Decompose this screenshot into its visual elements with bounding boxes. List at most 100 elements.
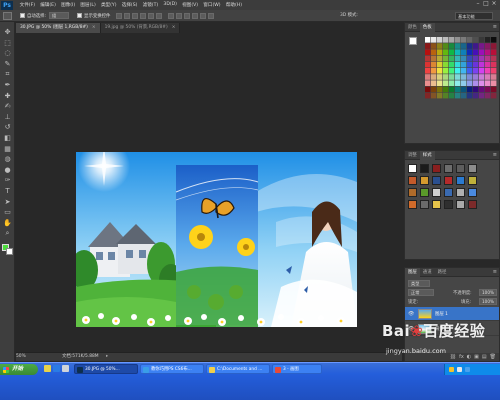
color-swatch[interactable]	[467, 49, 473, 55]
color-swatch[interactable]	[473, 86, 479, 93]
color-swatch[interactable]	[485, 86, 491, 93]
tray-volume-icon[interactable]	[457, 367, 462, 372]
minimize-icon[interactable]: –	[475, 1, 481, 7]
style-preset[interactable]	[444, 188, 453, 197]
color-swatch[interactable]	[455, 86, 461, 93]
color-swatch[interactable]	[437, 37, 443, 43]
color-swatch[interactable]	[443, 86, 449, 93]
color-swatch[interactable]	[473, 55, 479, 62]
menu-window[interactable]: 窗口(W)	[201, 2, 224, 8]
crop-icon[interactable]: ⌗	[3, 70, 12, 79]
color-swatch[interactable]	[485, 55, 491, 62]
color-swatch[interactable]	[479, 68, 485, 74]
menu-type[interactable]: 类型(Y)	[98, 2, 119, 8]
color-swatch[interactable]	[431, 61, 437, 68]
color-swatch[interactable]	[473, 74, 479, 80]
color-swatch[interactable]	[461, 61, 467, 68]
color-swatch[interactable]	[467, 68, 473, 74]
color-swatch[interactable]	[479, 43, 485, 49]
color-swatch[interactable]	[425, 37, 431, 43]
auto-select-checkbox[interactable]	[20, 13, 25, 18]
type-icon[interactable]: T	[3, 187, 12, 196]
tab-channels[interactable]: 通道	[420, 268, 435, 277]
style-preset[interactable]	[420, 188, 429, 197]
color-swatch[interactable]	[431, 37, 437, 43]
style-preset[interactable]	[432, 200, 441, 209]
color-swatch[interactable]	[449, 61, 455, 68]
color-swatch[interactable]	[485, 61, 491, 68]
align-left-icon[interactable]	[140, 12, 147, 19]
color-swatch[interactable]	[491, 43, 497, 49]
taskbar-button-explorer[interactable]: C:\Documents and ...	[206, 364, 270, 374]
color-swatch[interactable]	[473, 92, 479, 99]
pen-icon[interactable]: ✑	[3, 176, 12, 185]
style-preset[interactable]	[468, 176, 477, 185]
align-right-icon[interactable]	[156, 12, 163, 19]
color-swatch[interactable]	[449, 80, 455, 86]
color-swatch[interactable]	[473, 61, 479, 68]
menu-file[interactable]: 文件(F)	[17, 2, 38, 8]
color-swatch[interactable]	[455, 80, 461, 86]
color-swatch[interactable]	[485, 80, 491, 86]
color-swatch[interactable]	[473, 43, 479, 49]
menu-edit[interactable]: 编辑(E)	[38, 2, 59, 8]
color-swatch[interactable]	[455, 37, 461, 43]
style-preset[interactable]	[444, 176, 453, 185]
color-swatch[interactable]	[449, 92, 455, 99]
color-swatch[interactable]	[437, 49, 443, 55]
distribute-hcenter-icon[interactable]	[200, 12, 207, 19]
tray-network-icon[interactable]	[465, 367, 470, 372]
style-preset[interactable]	[420, 164, 429, 173]
align-top-icon[interactable]	[116, 12, 123, 19]
distribute-bottom-icon[interactable]	[184, 12, 191, 19]
style-preset[interactable]	[432, 188, 441, 197]
color-swatch[interactable]	[431, 92, 437, 99]
canvas-area[interactable]	[16, 33, 402, 352]
color-swatch[interactable]	[461, 49, 467, 55]
style-preset[interactable]	[456, 176, 465, 185]
start-button[interactable]: 开始	[0, 364, 38, 375]
move-tool-preset-icon[interactable]	[3, 11, 12, 20]
quick-launch-desktop-icon[interactable]	[62, 365, 69, 372]
dodge-icon[interactable]: ●	[3, 166, 12, 175]
menu-select[interactable]: 选择(S)	[119, 2, 140, 8]
color-swatch[interactable]	[431, 49, 437, 55]
style-preset[interactable]	[408, 200, 417, 209]
color-swatch[interactable]	[425, 55, 431, 62]
color-swatch[interactable]	[485, 43, 491, 49]
distribute-right-icon[interactable]	[208, 12, 215, 19]
clone-stamp-icon[interactable]: ⊥	[3, 113, 12, 122]
color-swatch[interactable]	[491, 80, 497, 86]
style-preset[interactable]	[444, 200, 453, 209]
color-swatch[interactable]	[437, 43, 443, 49]
menu-help[interactable]: 帮助(H)	[223, 2, 244, 8]
color-swatch[interactable]	[443, 74, 449, 80]
close-tab-icon[interactable]: ×	[92, 25, 96, 30]
tab-layers[interactable]: 图层	[405, 267, 420, 277]
style-preset[interactable]	[408, 176, 417, 185]
menu-image[interactable]: 图像(I)	[58, 2, 77, 8]
color-swatch[interactable]	[461, 80, 467, 86]
color-swatch[interactable]	[461, 37, 467, 43]
style-preset[interactable]	[456, 200, 465, 209]
shape-icon[interactable]: ▭	[3, 208, 12, 217]
color-swatch[interactable]	[431, 80, 437, 86]
color-swatch[interactable]	[425, 43, 431, 49]
style-preset[interactable]	[408, 164, 417, 173]
color-swatch[interactable]	[461, 68, 467, 74]
color-swatch[interactable]	[485, 49, 491, 55]
color-swatch[interactable]	[431, 55, 437, 62]
color-swatch[interactable]	[479, 61, 485, 68]
color-swatch[interactable]	[467, 43, 473, 49]
tab-adjustments[interactable]: 调整	[405, 151, 420, 160]
color-swatch[interactable]	[479, 92, 485, 99]
color-swatch[interactable]	[455, 74, 461, 80]
visibility-eye-icon[interactable]: 👁	[408, 311, 414, 317]
color-swatch[interactable]	[461, 86, 467, 93]
status-menu-icon[interactable]: ▸	[106, 353, 108, 361]
color-swatch[interactable]	[461, 43, 467, 49]
gradient-icon[interactable]: ▦	[3, 145, 12, 154]
close-icon[interactable]: ×	[491, 1, 497, 7]
quick-launch-browser-icon[interactable]	[53, 365, 60, 372]
move-icon[interactable]: ✥	[3, 28, 12, 37]
